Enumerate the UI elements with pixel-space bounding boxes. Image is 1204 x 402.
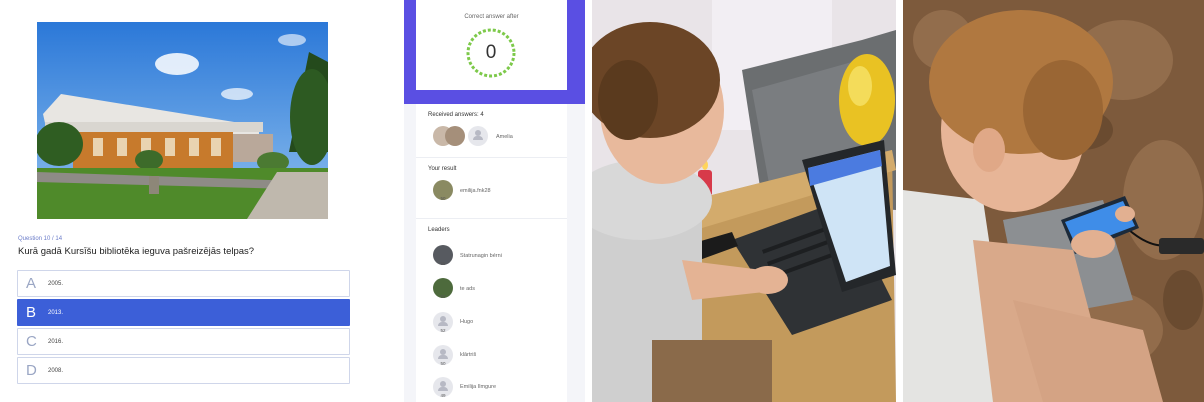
avatar: 52	[433, 312, 453, 332]
divider	[416, 157, 567, 158]
avatar-score: 49	[440, 393, 446, 397]
option-letter: A	[26, 275, 37, 292]
leaderboard-panel: Correct answer after 0 Received answers:…	[404, 0, 585, 402]
avatar: 53	[433, 278, 453, 298]
avatar-score: 52	[440, 328, 446, 332]
answer-option-b[interactable]: B 2013.	[17, 299, 350, 326]
option-letter: C	[26, 333, 37, 350]
received-name: Amelia	[496, 134, 513, 140]
result-name: emilija.fnk28	[460, 188, 491, 194]
photo-child-phone	[903, 0, 1204, 402]
answer-option-c[interactable]: C 2016.	[17, 328, 350, 355]
answer-card-label: Correct answer after	[464, 14, 519, 20]
avatar: 49	[433, 377, 453, 397]
question-text: Kurā gadā Kursīšu bibliotēka ieguva pašr…	[18, 246, 255, 257]
leader-name: Emilija Ilmgure	[460, 384, 497, 390]
leader-name: klārtriš	[460, 352, 477, 358]
avatar: 55	[433, 245, 453, 265]
option-text: 2016.	[48, 339, 64, 345]
avatar	[468, 126, 488, 146]
leader-name: te ads	[460, 286, 475, 292]
leader-name: Hugo	[460, 319, 474, 325]
avatar	[445, 126, 465, 146]
answer-option-a[interactable]: A 2005.	[17, 270, 350, 297]
option-text: 2013.	[48, 310, 64, 316]
photo-child-laptop	[592, 0, 896, 402]
avatar-score: 55	[440, 261, 446, 265]
quiz-panel: Question 10 / 14 Kurā gadā Kursīšu bibli…	[0, 0, 400, 402]
option-letter: D	[26, 362, 37, 379]
divider	[416, 218, 567, 219]
leader-name: Statrunagin bérni	[460, 253, 502, 259]
your-result-label: Your result	[428, 166, 457, 172]
answer-card: Correct answer after 0	[416, 0, 567, 90]
avatar-score: 50	[440, 196, 446, 200]
avatar-score: 53	[440, 294, 446, 298]
avatar: 50	[433, 180, 453, 200]
answer-option-d[interactable]: D 2008.	[17, 357, 350, 384]
avatar-score: 50	[440, 361, 446, 365]
question-image	[37, 22, 328, 219]
leaderboard-body: Received answers: 4 Amelia Your result 5…	[416, 104, 567, 402]
option-text: 2008.	[48, 368, 64, 374]
question-counter: Question 10 / 14	[18, 236, 63, 242]
avatar: 50	[433, 345, 453, 365]
option-letter: B	[26, 304, 37, 321]
leaders-label: Leaders	[428, 227, 450, 233]
received-answers-label: Received answers: 4	[428, 112, 484, 118]
answer-count: 0	[485, 42, 497, 63]
option-text: 2005.	[48, 281, 64, 287]
